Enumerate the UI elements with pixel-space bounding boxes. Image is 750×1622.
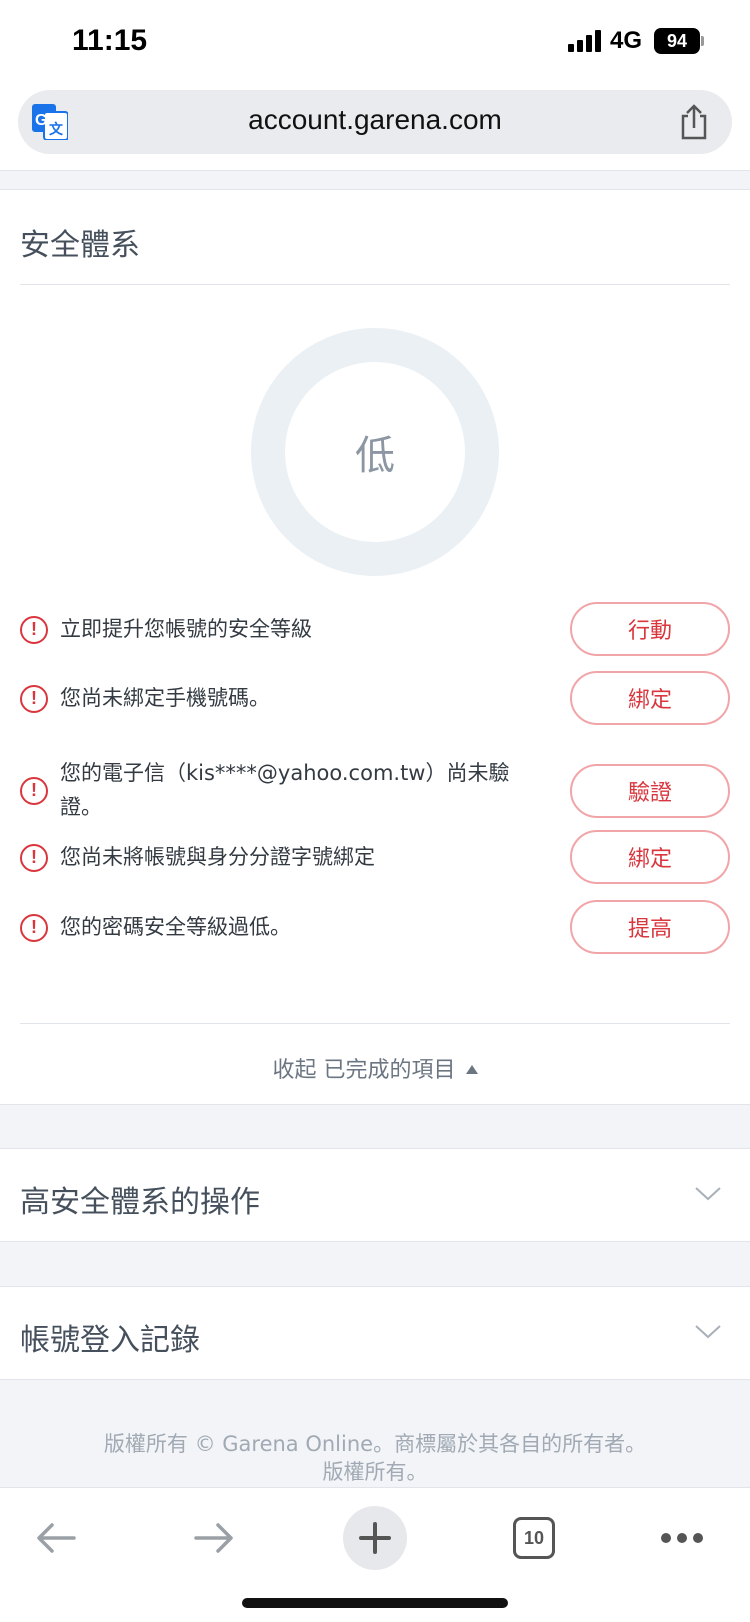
network-type: 4G — [610, 27, 643, 54]
share-icon[interactable] — [678, 104, 710, 140]
chevron-down-icon — [695, 1187, 721, 1201]
accordion-title: 高安全體系的操作 — [20, 1185, 260, 1220]
copyright-footer: 版權所有 © Garena Online。商標屬於其各自的所有者。 版權所有。 — [0, 1430, 750, 1486]
security-item-text: 立即提升您帳號的安全等級 — [60, 617, 312, 641]
status-time: 11:15 — [72, 24, 148, 57]
security-item-text: 您尚未將帳號與身分分證字號綁定 — [60, 845, 375, 869]
divider — [20, 1023, 730, 1024]
alert-icon: ! — [20, 777, 48, 805]
collapse-label: 收起 已完成的項目 — [272, 1058, 456, 1083]
accordion-title: 帳號登入記錄 — [20, 1323, 200, 1358]
battery-tip — [701, 36, 704, 46]
more-menu-button[interactable] — [650, 1506, 714, 1570]
bind-id-button[interactable]: 綁定 — [570, 830, 730, 884]
action-button[interactable]: 行動 — [570, 602, 730, 656]
security-card: 安全體系 低 ! 立即提升您帳號的安全等級 行動 ! 您尚未綁定手機號碼。 綁定… — [0, 190, 750, 1105]
security-item-text: 您的密碼安全等級過低。 — [60, 915, 291, 939]
plus-icon — [359, 1522, 391, 1554]
tab-count: 10 — [523, 1527, 545, 1548]
security-item-text: 您的電子信（kis****@yahoo.com.tw）尚未驗證。 — [60, 761, 510, 819]
accordion-login-history[interactable]: 帳號登入記錄 — [0, 1286, 750, 1380]
browser-address-area: G 文 account.garena.com — [0, 84, 750, 170]
alert-icon: ! — [20, 914, 48, 942]
alert-icon: ! — [20, 844, 48, 872]
verify-email-button[interactable]: 驗證 — [570, 764, 730, 818]
copyright-line: 版權所有 © Garena Online。商標屬於其各自的所有者。 — [103, 1432, 647, 1456]
more-dots-icon — [661, 1533, 703, 1543]
security-title: 安全體系 — [20, 228, 140, 263]
accordion-high-security-ops[interactable]: 高安全體系的操作 — [0, 1148, 750, 1242]
bind-phone-button[interactable]: 綁定 — [570, 671, 730, 725]
home-indicator — [242, 1598, 508, 1608]
security-item-text: 您尚未綁定手機號碼。 — [60, 686, 270, 710]
copyright-line: 版權所有。 — [322, 1460, 428, 1484]
security-level-label: 低 — [355, 433, 395, 479]
signal-strength-icon — [568, 30, 602, 52]
alert-icon: ! — [20, 616, 48, 644]
alert-icon: ! — [20, 685, 48, 713]
back-button[interactable] — [24, 1506, 88, 1570]
battery-icon: 94 — [654, 28, 700, 54]
chevron-down-icon — [695, 1325, 721, 1339]
section-gap — [0, 170, 750, 190]
improve-password-button[interactable]: 提高 — [570, 900, 730, 954]
tabs-button[interactable]: 10 — [502, 1506, 566, 1570]
new-tab-button[interactable] — [343, 1506, 407, 1570]
arrow-left-icon — [37, 1523, 76, 1553]
address-bar[interactable]: G 文 account.garena.com — [18, 90, 732, 154]
divider — [20, 284, 730, 285]
arrow-right-icon — [194, 1523, 233, 1553]
collapse-completed-toggle[interactable]: 收起 已完成的項目 — [0, 1052, 750, 1084]
url-text[interactable]: account.garena.com — [18, 104, 732, 136]
status-bar: 11:15 4G 94 — [0, 0, 750, 84]
forward-button[interactable] — [182, 1506, 246, 1570]
caret-up-icon — [465, 1065, 478, 1074]
tab-count-icon: 10 — [513, 1517, 555, 1559]
